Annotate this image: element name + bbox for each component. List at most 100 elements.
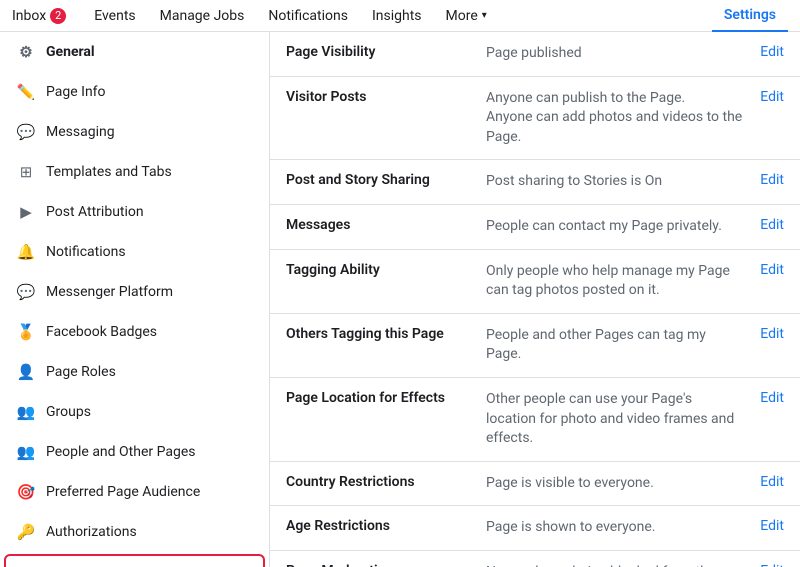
settings-row-name: Others Tagging this Page (286, 326, 486, 342)
general-icon: ⚙ (16, 42, 36, 62)
sidebar-item-general[interactable]: ⚙ General (0, 32, 269, 72)
sidebar-item-page-roles[interactable]: 👤 Page Roles (0, 352, 269, 392)
manage-jobs-label: Manage Jobs (160, 8, 245, 24)
notifications-nav-item[interactable]: Notifications (256, 0, 360, 32)
more-chevron-icon: ▾ (482, 10, 487, 21)
sidebar-item-notifications[interactable]: 🔔 Notifications (0, 232, 269, 272)
settings-row-name: Country Restrictions (286, 474, 486, 490)
settings-edit-button[interactable]: Edit (744, 44, 784, 60)
settings-row: MessagesPeople can contact my Page priva… (270, 205, 800, 250)
sidebar-item-post-attribution[interactable]: ▶ Post Attribution (0, 192, 269, 232)
settings-row-desc: People can contact my Page privately. (486, 217, 744, 237)
sidebar-label-authorizations: Authorizations (46, 524, 137, 540)
settings-label: Settings (724, 7, 776, 23)
sidebar-label-preferred-page-audience: Preferred Page Audience (46, 484, 200, 500)
settings-row-desc: People and other Pages can tag my Page. (486, 326, 744, 365)
events-label: Events (94, 8, 135, 24)
insights-label: Insights (372, 8, 422, 24)
sidebar-item-preferred-page-audience[interactable]: 🎯 Preferred Page Audience (0, 472, 269, 512)
sidebar-label-messaging: Messaging (46, 124, 115, 140)
settings-edit-button[interactable]: Edit (744, 474, 784, 490)
inbox-nav-item[interactable]: Inbox 2 (12, 8, 66, 24)
settings-edit-button[interactable]: Edit (744, 326, 784, 342)
messenger-platform-icon: 💬 (16, 282, 36, 302)
settings-edit-button[interactable]: Edit (744, 89, 784, 105)
manage-jobs-nav-item[interactable]: Manage Jobs (148, 0, 257, 32)
settings-edit-button[interactable]: Edit (744, 518, 784, 534)
settings-row: Page VisibilityPage publishedEdit (270, 32, 800, 77)
sidebar: ⚙ General ✏️ Page Info 💬 Messaging ⊞ Templates … (0, 32, 270, 567)
sidebar-label-people-other-pages: People and Other Pages (46, 444, 195, 460)
settings-row: Page ModerationNo words are being blocke… (270, 551, 800, 567)
settings-row-desc: Other people can use your Page's locatio… (486, 390, 744, 449)
page-roles-icon: 👤 (16, 362, 36, 382)
templates-tabs-icon: ⊞ (16, 162, 36, 182)
main-layout: ⚙ General ✏️ Page Info 💬 Messaging ⊞ Templates … (0, 32, 800, 567)
settings-content: Page VisibilityPage publishedEditVisitor… (270, 32, 800, 567)
sidebar-label-groups: Groups (46, 404, 91, 420)
settings-row: Others Tagging this PagePeople and other… (270, 314, 800, 378)
notifications-label: Notifications (268, 8, 348, 24)
sidebar-item-people-other-pages[interactable]: 👥 People and Other Pages (0, 432, 269, 472)
sidebar-item-facebook-badges[interactable]: 🏅 Facebook Badges (0, 312, 269, 352)
settings-row-desc: Post sharing to Stories is On (486, 172, 744, 192)
sidebar-label-facebook-badges: Facebook Badges (46, 324, 157, 340)
sidebar-label-general: General (46, 44, 95, 60)
inbox-label: Inbox (12, 8, 46, 24)
settings-row-name: Page Visibility (286, 44, 486, 60)
settings-row-desc: Anyone can publish to the Page. Anyone c… (486, 89, 744, 148)
settings-edit-button[interactable]: Edit (744, 563, 784, 567)
more-label: More (446, 8, 478, 24)
settings-row-name: Messages (286, 217, 486, 233)
people-other-pages-icon: 👥 (16, 442, 36, 462)
authorizations-icon: 🔑 (16, 522, 36, 542)
settings-edit-button[interactable]: Edit (744, 390, 784, 406)
insights-nav-item[interactable]: Insights (360, 0, 434, 32)
messaging-icon: 💬 (16, 122, 36, 142)
sidebar-item-groups[interactable]: 👥 Groups (0, 392, 269, 432)
events-nav-item[interactable]: Events (82, 0, 147, 32)
notifications-icon: 🔔 (16, 242, 36, 262)
settings-edit-button[interactable]: Edit (744, 217, 784, 233)
settings-row-desc: No words are being blocked from the Page… (486, 563, 744, 567)
settings-row-desc: Page is visible to everyone. (486, 474, 744, 494)
settings-row-desc: Page published (486, 44, 744, 64)
settings-row: Post and Story SharingPost sharing to St… (270, 160, 800, 205)
sidebar-label-page-roles: Page Roles (46, 364, 116, 380)
sidebar-label-page-info: Page Info (46, 84, 106, 100)
facebook-badges-icon: 🏅 (16, 322, 36, 342)
page-info-icon: ✏️ (16, 82, 36, 102)
settings-row: Age RestrictionsPage is shown to everyon… (270, 506, 800, 551)
settings-row-desc: Only people who help manage my Page can … (486, 262, 744, 301)
settings-row-name: Age Restrictions (286, 518, 486, 534)
settings-row-name: Post and Story Sharing (286, 172, 486, 188)
inbox-badge: 2 (50, 8, 66, 24)
sidebar-item-messenger-platform[interactable]: 💬 Messenger Platform (0, 272, 269, 312)
settings-row-name: Page Location for Effects (286, 390, 486, 406)
post-attribution-icon: ▶ (16, 202, 36, 222)
sidebar-label-notifications: Notifications (46, 244, 126, 260)
sidebar-item-page-info[interactable]: ✏️ Page Info (0, 72, 269, 112)
sidebar-item-templates-tabs[interactable]: ⊞ Templates and Tabs (0, 152, 269, 192)
more-nav-item[interactable]: More ▾ (434, 0, 499, 32)
preferred-page-audience-icon: 🎯 (16, 482, 36, 502)
sidebar-item-messaging[interactable]: 💬 Messaging (0, 112, 269, 152)
sidebar-label-messenger-platform: Messenger Platform (46, 284, 173, 300)
settings-row: Tagging AbilityOnly people who help mana… (270, 250, 800, 314)
settings-row: Country RestrictionsPage is visible to e… (270, 462, 800, 507)
settings-row-desc: Page is shown to everyone. (486, 518, 744, 538)
settings-row-name: Tagging Ability (286, 262, 486, 278)
groups-icon: 👥 (16, 402, 36, 422)
settings-row-name: Visitor Posts (286, 89, 486, 105)
settings-nav-item[interactable]: Settings (712, 0, 788, 32)
settings-edit-button[interactable]: Edit (744, 262, 784, 278)
settings-row: Visitor PostsAnyone can publish to the P… (270, 77, 800, 161)
sidebar-label-templates-tabs: Templates and Tabs (46, 164, 172, 180)
settings-row-name: Page Moderation (286, 563, 486, 567)
sidebar-item-branded-content[interactable]: ♻Branded Content→ (4, 554, 265, 567)
top-navigation: Inbox 2 Events Manage Jobs Notifications… (0, 0, 800, 32)
settings-row: Page Location for EffectsOther people ca… (270, 378, 800, 462)
sidebar-item-authorizations[interactable]: 🔑 Authorizations (0, 512, 269, 552)
settings-edit-button[interactable]: Edit (744, 172, 784, 188)
sidebar-label-post-attribution: Post Attribution (46, 204, 144, 220)
